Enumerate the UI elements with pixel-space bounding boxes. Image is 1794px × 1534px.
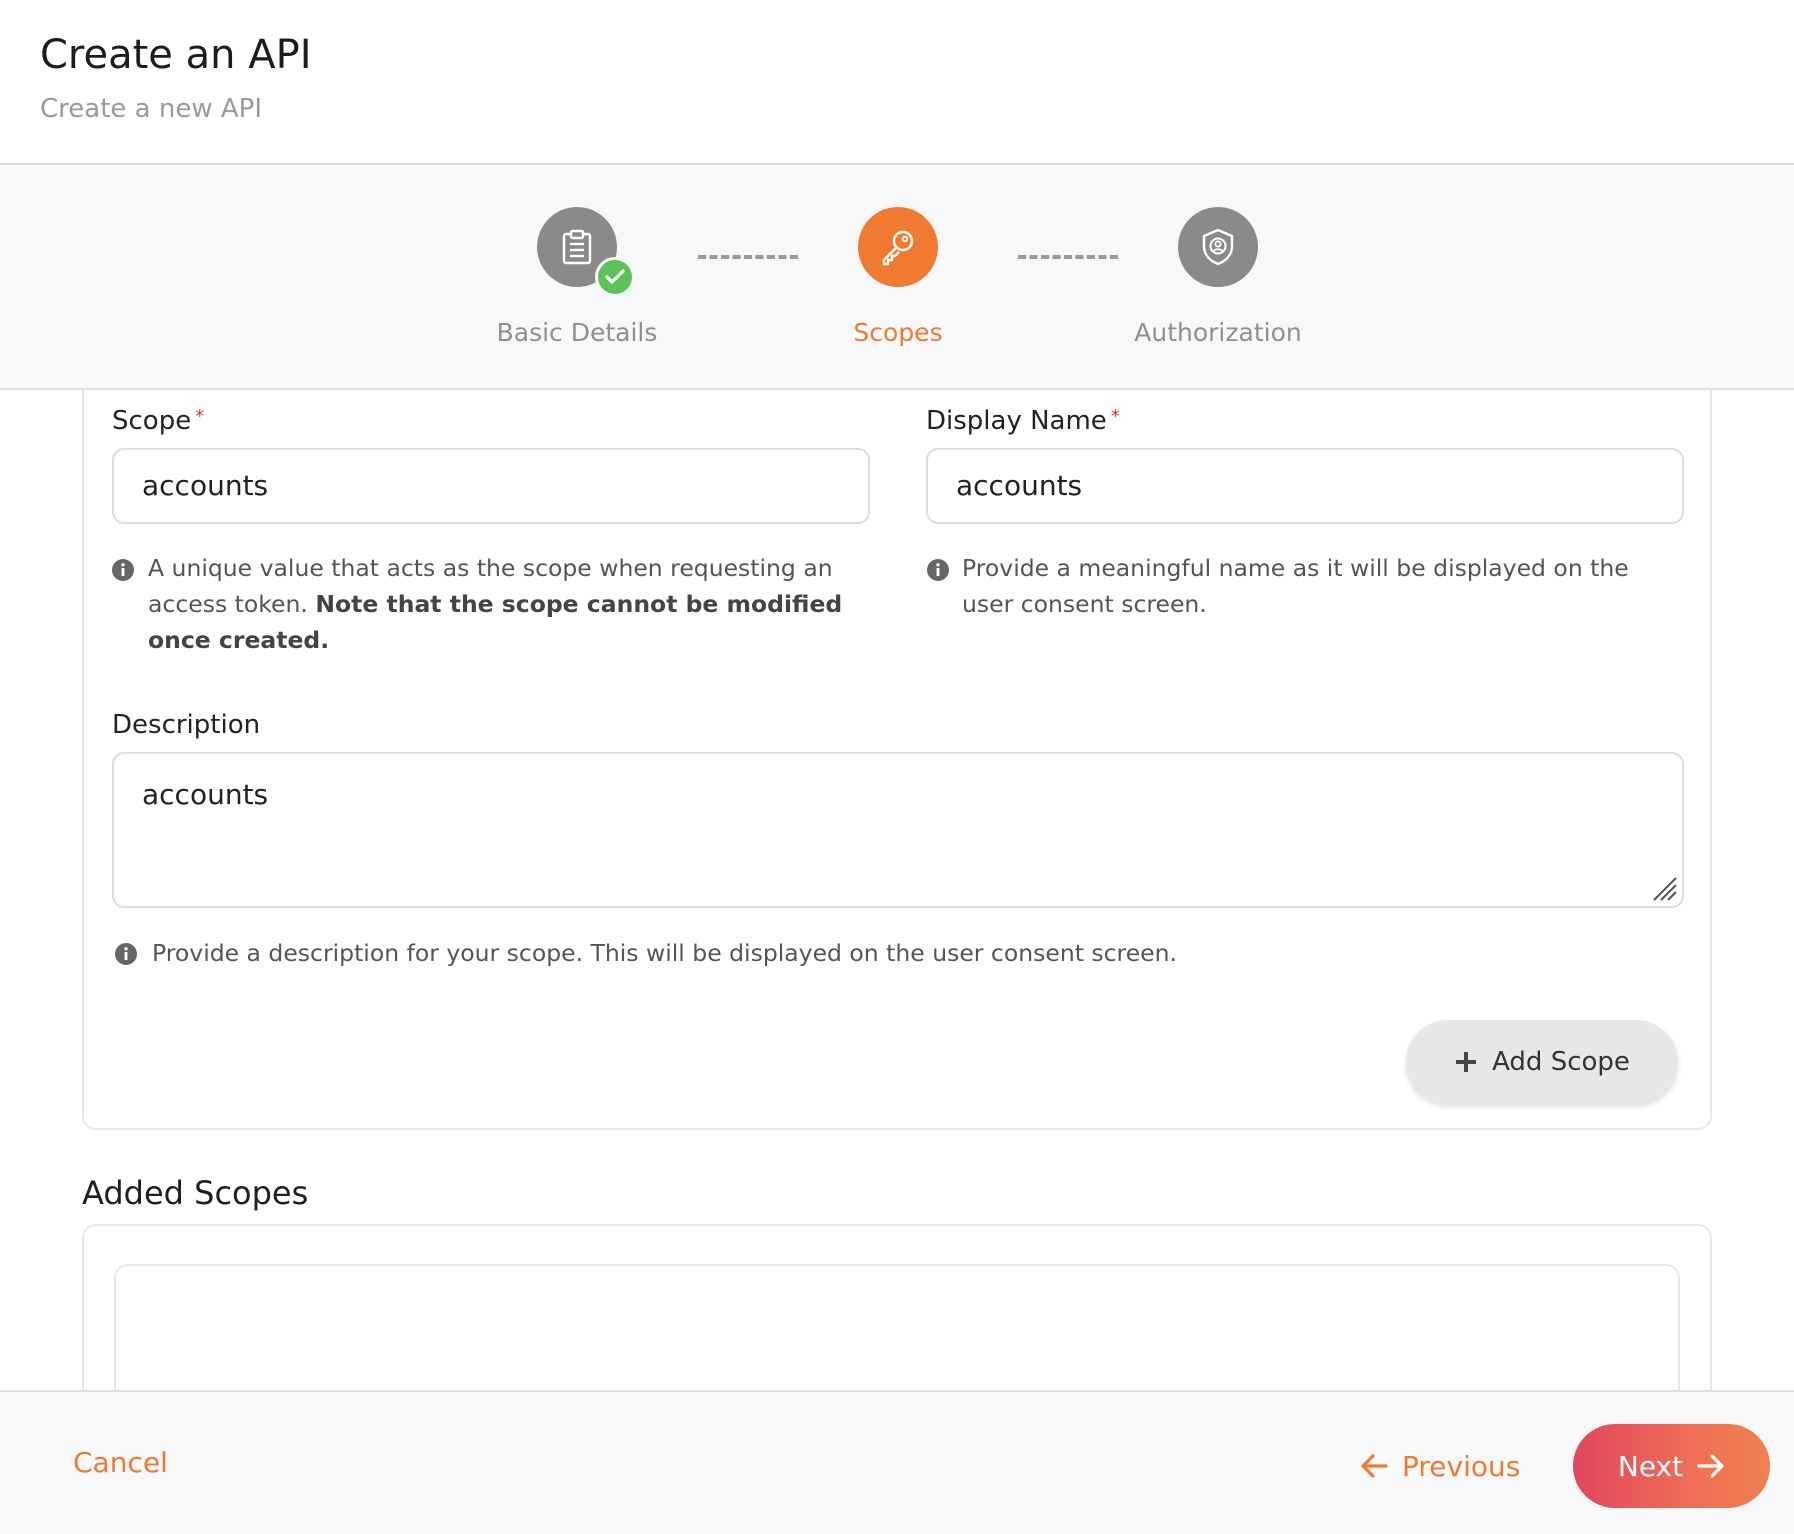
plus-icon <box>1456 1052 1477 1072</box>
add-scope-button[interactable]: Add Scope <box>1406 1020 1678 1104</box>
step-circle <box>1178 207 1258 287</box>
step-label: Authorization <box>1134 318 1302 347</box>
display-name-hint: Provide a meaningful name as it will be … <box>962 554 1629 618</box>
info-icon <box>115 943 137 965</box>
modal-subtitle: Create a new API <box>40 94 262 124</box>
modal-header: Create an API Create a new API <box>0 0 1794 165</box>
description-hint: Provide a description for your scope. Th… <box>152 939 1177 967</box>
description-label: Description <box>112 710 261 740</box>
create-api-modal: Create an API Create a new API Basic Det <box>0 0 1794 1534</box>
next-button[interactable]: Next <box>1573 1424 1770 1508</box>
modal-body: Scope * accounts A unique value that acts… <box>0 390 1794 1390</box>
scope-hint: A unique value that acts as the scope wh… <box>148 554 843 654</box>
required-mark: * <box>1110 406 1120 427</box>
added-scopes-card <box>82 1224 1712 1390</box>
description-textarea[interactable]: accounts <box>112 752 1684 908</box>
modal-title: Create an API <box>40 32 312 78</box>
arrow-right-icon <box>1697 1454 1724 1478</box>
added-scopes-list <box>114 1264 1680 1390</box>
info-icon <box>927 559 949 581</box>
key-icon <box>882 230 914 266</box>
wizard-stepper: Basic Details Scopes Authorization <box>0 165 1794 390</box>
display-name-input[interactable]: accounts <box>926 448 1684 524</box>
display-name-label: Display Name * <box>926 406 1120 436</box>
shield-user-icon <box>1202 228 1234 266</box>
added-scopes-title: Added Scopes <box>82 1174 309 1212</box>
info-icon <box>112 559 134 581</box>
step-circle <box>858 207 938 287</box>
step-connector <box>1018 255 1118 259</box>
step-label: Scopes <box>853 318 943 347</box>
step-label: Basic Details <box>496 318 658 347</box>
resize-handle-icon[interactable] <box>1650 874 1678 902</box>
clipboard-icon <box>562 229 592 265</box>
arrow-left-icon <box>1361 1454 1388 1478</box>
cancel-button[interactable]: Cancel <box>73 1446 168 1479</box>
completed-check-icon <box>595 257 635 297</box>
scope-label: Scope * <box>112 406 205 436</box>
scope-input[interactable]: accounts <box>112 448 870 524</box>
step-connector <box>698 255 798 259</box>
required-mark: * <box>195 406 205 427</box>
modal-footer: Cancel Previous Next <box>0 1390 1794 1534</box>
previous-button[interactable]: Previous <box>1360 1436 1520 1496</box>
